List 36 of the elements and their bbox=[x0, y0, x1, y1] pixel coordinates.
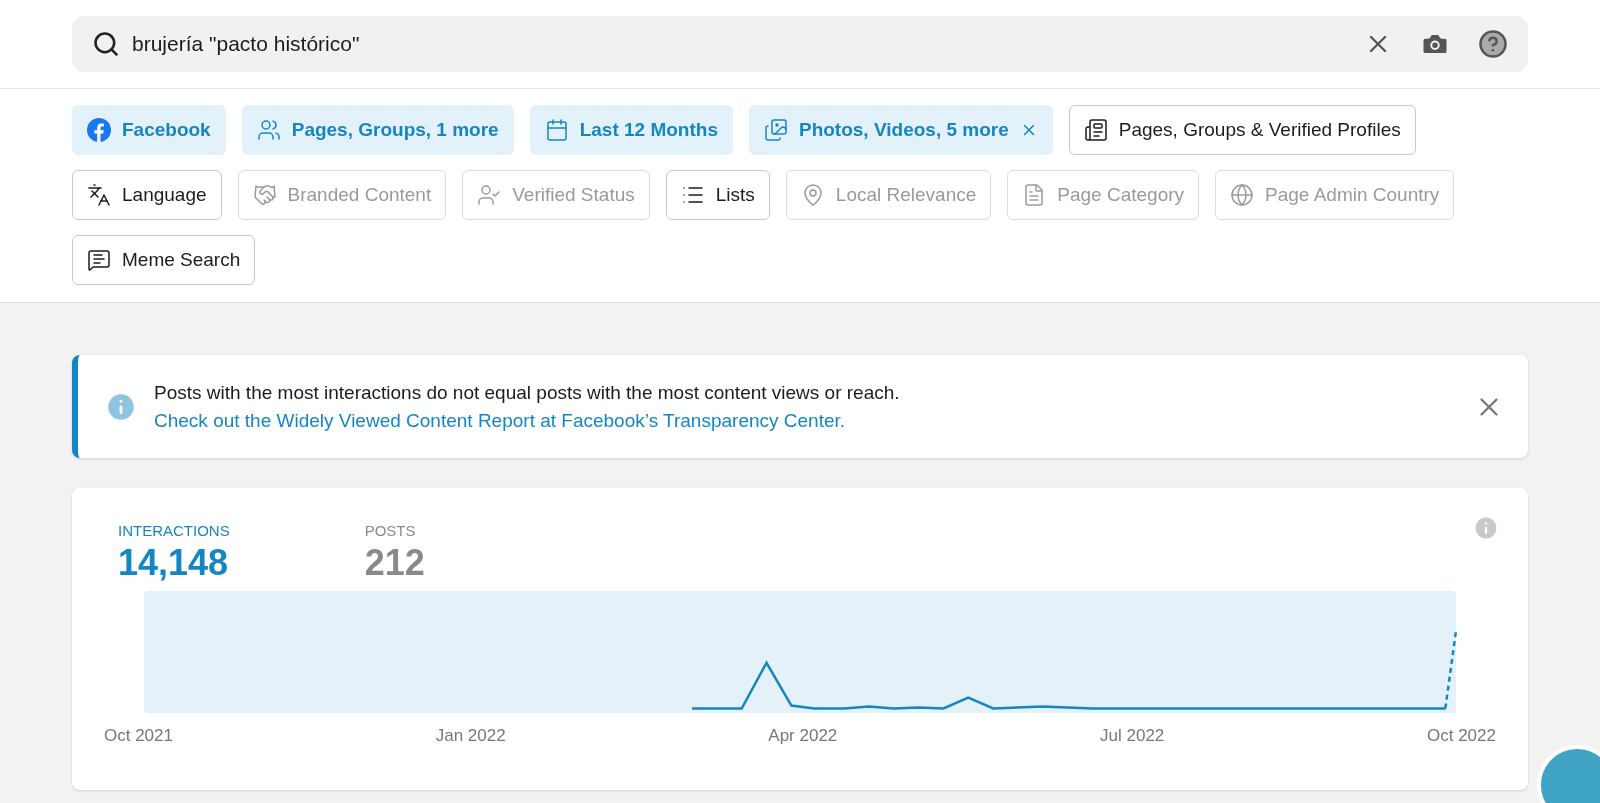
notice-text: Posts with the most interactions do not equal posts with the most content views or reach. bbox=[154, 380, 901, 405]
search-icon bbox=[92, 30, 120, 58]
axis-label: Jan 2022 bbox=[435, 724, 506, 747]
filter-chip[interactable]: Meme Search bbox=[72, 235, 256, 285]
transparency-report-link[interactable]: Check out the Widely Viewed Content Report at Facebook’s Transparency Center. bbox=[154, 406, 846, 435]
filter-chip[interactable]: Facebook bbox=[72, 105, 226, 155]
search-input[interactable]: brujería "pacto histórico" bbox=[132, 28, 1352, 60]
axis-label: Oct 2021 bbox=[104, 724, 173, 747]
filter-chip[interactable]: Page Admin Country bbox=[1215, 170, 1455, 220]
language-icon bbox=[87, 183, 111, 207]
handshake-icon bbox=[252, 183, 277, 207]
calendar-icon bbox=[544, 118, 569, 142]
axis-label: Jul 2022 bbox=[1100, 724, 1165, 747]
filter-chip[interactable]: Pages, Groups & Verified Profiles bbox=[1068, 105, 1416, 155]
filter-chip[interactable]: Pages, Groups, 1 more bbox=[241, 105, 514, 155]
metric-tab[interactable]: INTERACTIONS 14,148 bbox=[118, 520, 230, 583]
people-icon bbox=[256, 118, 281, 142]
filter-chip[interactable]: Last 12 Months bbox=[529, 105, 733, 155]
user-check-icon bbox=[477, 183, 502, 207]
images-icon bbox=[764, 118, 788, 142]
globe-icon bbox=[1230, 183, 1255, 207]
filter-chip[interactable]: Local Relevance bbox=[785, 170, 992, 220]
filter-chip[interactable]: Lists bbox=[665, 170, 770, 220]
search-field[interactable]: brujería "pacto histórico" bbox=[72, 16, 1528, 72]
axis-label: Apr 2022 bbox=[768, 724, 838, 747]
axis-label: Oct 2022 bbox=[1427, 724, 1496, 747]
metric-tab[interactable]: POSTS 212 bbox=[364, 520, 425, 583]
filter-chip[interactable]: Language bbox=[72, 170, 222, 220]
filter-chip[interactable]: Verified Status bbox=[462, 170, 650, 220]
newspaper-icon bbox=[1083, 118, 1108, 142]
filter-chip[interactable]: Page Category bbox=[1007, 170, 1200, 220]
help-icon[interactable] bbox=[1478, 29, 1508, 59]
chat-bubble-icon bbox=[87, 248, 111, 272]
facebook-logo-icon bbox=[87, 118, 111, 142]
filter-chip[interactable]: Branded Content bbox=[237, 170, 447, 220]
filter-chip[interactable]: Photos, Videos, 5 more bbox=[749, 105, 1053, 155]
